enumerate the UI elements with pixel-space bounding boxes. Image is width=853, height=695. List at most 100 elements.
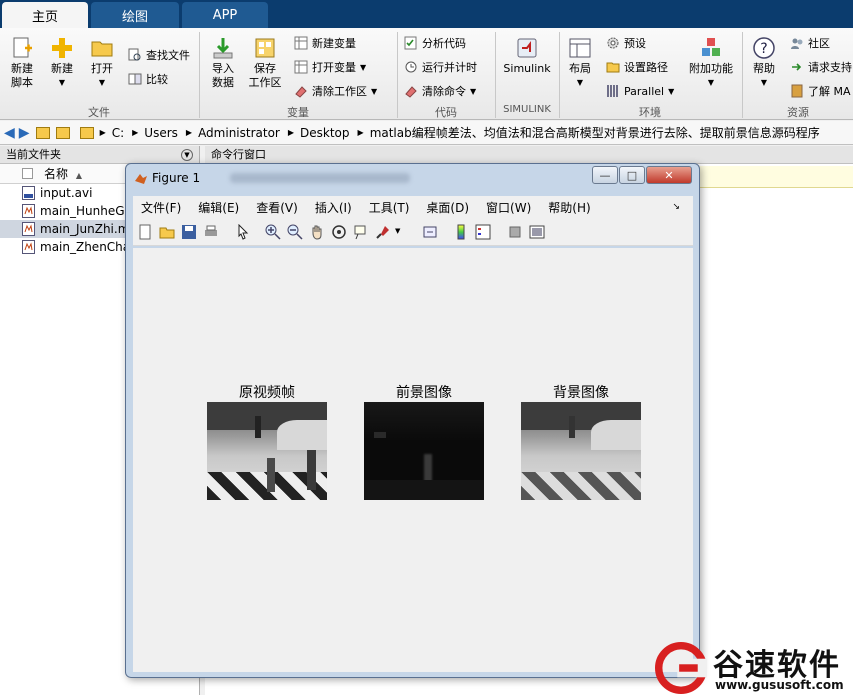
- save-workspace-label: 保存 工作区: [248, 62, 282, 89]
- rotate-3d-icon[interactable]: [331, 224, 347, 240]
- help-button[interactable]: ? 帮助 ▼: [748, 36, 780, 90]
- show-plot-tools-icon[interactable]: [529, 224, 545, 240]
- compare-button[interactable]: 比较: [128, 70, 168, 88]
- new-variable-icon: [294, 36, 308, 50]
- layout-label: 布局: [569, 62, 591, 75]
- link-plot-icon[interactable]: [423, 224, 439, 240]
- back-arrow-icon[interactable]: ◀: [4, 125, 15, 141]
- new-label: 新建: [51, 62, 73, 75]
- analyze-code-label: 分析代码: [422, 37, 466, 50]
- preferences-button[interactable]: 预设: [606, 34, 646, 52]
- new-script-icon: [13, 37, 32, 58]
- menu-help[interactable]: 帮助(H): [548, 199, 590, 216]
- new-variable-button[interactable]: 新建变量: [294, 34, 356, 52]
- print-icon[interactable]: [203, 224, 219, 240]
- menu-insert[interactable]: 插入(I): [315, 199, 352, 216]
- foreground-image: [364, 402, 484, 500]
- open-label: 打开: [91, 62, 113, 75]
- tab-home[interactable]: 主页: [2, 2, 88, 28]
- folder-icon: [606, 62, 620, 73]
- new-button[interactable]: 新建 ▼: [46, 36, 78, 90]
- forward-arrow-icon[interactable]: ▶: [19, 125, 30, 141]
- figure-window: Figure 1 — □ ✕ 文件(F) 编辑(E) 查看(V) 插入(I) 工…: [125, 163, 700, 678]
- group-file-label: 文件: [88, 106, 110, 119]
- breadcrumb-item[interactable]: C:: [112, 126, 124, 140]
- find-files-button[interactable]: 查找文件: [128, 46, 190, 64]
- tab-plots[interactable]: 绘图: [91, 2, 179, 28]
- breadcrumb-separator-icon: ▶: [99, 128, 106, 137]
- menu-desktop[interactable]: 桌面(D): [426, 199, 469, 216]
- simulink-button[interactable]: Simulink: [500, 36, 554, 76]
- clear-commands-button[interactable]: 清除命令 ▼: [404, 82, 476, 100]
- request-support-button[interactable]: 请求支持: [790, 58, 852, 76]
- clear-workspace-button[interactable]: 清除工作区 ▼: [294, 82, 377, 100]
- preferences-label: 预设: [624, 37, 646, 50]
- import-label: 导入 数据: [212, 62, 234, 89]
- menu-file[interactable]: 文件(F): [141, 199, 181, 216]
- open-variable-label: 打开变量: [312, 61, 356, 74]
- figure-menubar: 文件(F) 编辑(E) 查看(V) 插入(I) 工具(T) 桌面(D) 窗口(W…: [133, 196, 693, 218]
- compare-label: 比较: [146, 73, 168, 86]
- breadcrumb-item[interactable]: Desktop: [300, 126, 350, 140]
- zoom-out-icon[interactable]: [287, 224, 303, 240]
- parallel-button[interactable]: Parallel ▼: [606, 82, 674, 100]
- figure-toolbar: ▼: [133, 218, 693, 246]
- minimize-button[interactable]: —: [592, 166, 618, 184]
- m-file-icon: [22, 222, 35, 236]
- find-files-icon: [128, 48, 141, 61]
- svg-text:?: ?: [760, 41, 767, 57]
- open-variable-button[interactable]: 打开变量 ▼: [294, 58, 366, 76]
- brush-icon[interactable]: [375, 224, 391, 240]
- menu-window[interactable]: 窗口(W): [486, 199, 531, 216]
- run-and-time-button[interactable]: 运行并计时: [404, 58, 477, 76]
- menu-view[interactable]: 查看(V): [256, 199, 298, 216]
- pointer-icon[interactable]: [235, 224, 251, 240]
- breadcrumb-item[interactable]: Administrator: [198, 126, 280, 140]
- breadcrumb-item[interactable]: Users: [144, 126, 178, 140]
- data-cursor-icon[interactable]: [353, 224, 369, 240]
- set-path-button[interactable]: 设置路径: [606, 58, 668, 76]
- up-folder-icon[interactable]: [35, 126, 50, 139]
- name-column-label: 名称: [44, 167, 69, 181]
- hide-plot-tools-icon[interactable]: [507, 224, 523, 240]
- zoom-in-icon[interactable]: [265, 224, 281, 240]
- breadcrumb-separator-icon: ▶: [357, 128, 364, 137]
- background-image: [521, 402, 641, 500]
- analyze-code-button[interactable]: 分析代码: [404, 34, 466, 52]
- open-file-icon[interactable]: [159, 224, 175, 240]
- current-folder-header: 当前文件夹 ▼: [0, 146, 199, 164]
- learn-matlab-button[interactable]: 了解 MA: [790, 82, 851, 100]
- menu-tools[interactable]: 工具(T): [369, 199, 410, 216]
- chevron-down-icon[interactable]: ▼: [395, 227, 400, 235]
- browse-folder-icon[interactable]: [55, 126, 70, 139]
- colorbar-icon[interactable]: [453, 224, 469, 240]
- maximize-button[interactable]: □: [619, 166, 645, 184]
- community-button[interactable]: 社区: [790, 34, 830, 52]
- legend-icon[interactable]: [475, 224, 491, 240]
- pan-hand-icon[interactable]: [309, 224, 325, 240]
- m-file-icon: [22, 204, 35, 218]
- subplot-title: 原视频帧: [239, 385, 295, 401]
- layout-icon: [569, 38, 591, 58]
- new-script-button[interactable]: 新建 脚本: [4, 36, 40, 90]
- save-workspace-button[interactable]: 保存 工作区: [246, 36, 284, 90]
- import-icon: [213, 38, 233, 59]
- addons-label: 附加功能: [689, 62, 733, 75]
- clear-commands-label: 清除命令: [422, 85, 466, 98]
- addons-button[interactable]: 附加功能 ▼: [686, 36, 736, 90]
- tab-apps[interactable]: APP: [182, 2, 268, 28]
- menu-edit[interactable]: 编辑(E): [198, 199, 239, 216]
- panel-menu-icon[interactable]: ▼: [181, 149, 193, 161]
- close-button[interactable]: ✕: [646, 166, 692, 184]
- support-icon: [792, 63, 802, 71]
- open-button[interactable]: 打开 ▼: [86, 36, 118, 90]
- new-variable-label: 新建变量: [312, 37, 356, 50]
- breadcrumb-item[interactable]: matlab编程帧差法、均值法和混合高斯模型对背景进行去除、提取前景信息源码程序: [370, 124, 853, 141]
- layout-button[interactable]: 布局 ▼: [564, 36, 596, 90]
- dock-arrow-icon[interactable]: ↘: [672, 202, 680, 212]
- save-icon[interactable]: [181, 224, 197, 240]
- chevron-down-icon: ▼: [470, 86, 477, 96]
- import-data-button[interactable]: 导入 数据: [206, 36, 240, 90]
- new-figure-icon[interactable]: [137, 224, 153, 240]
- current-folder-title: 当前文件夹: [6, 148, 61, 161]
